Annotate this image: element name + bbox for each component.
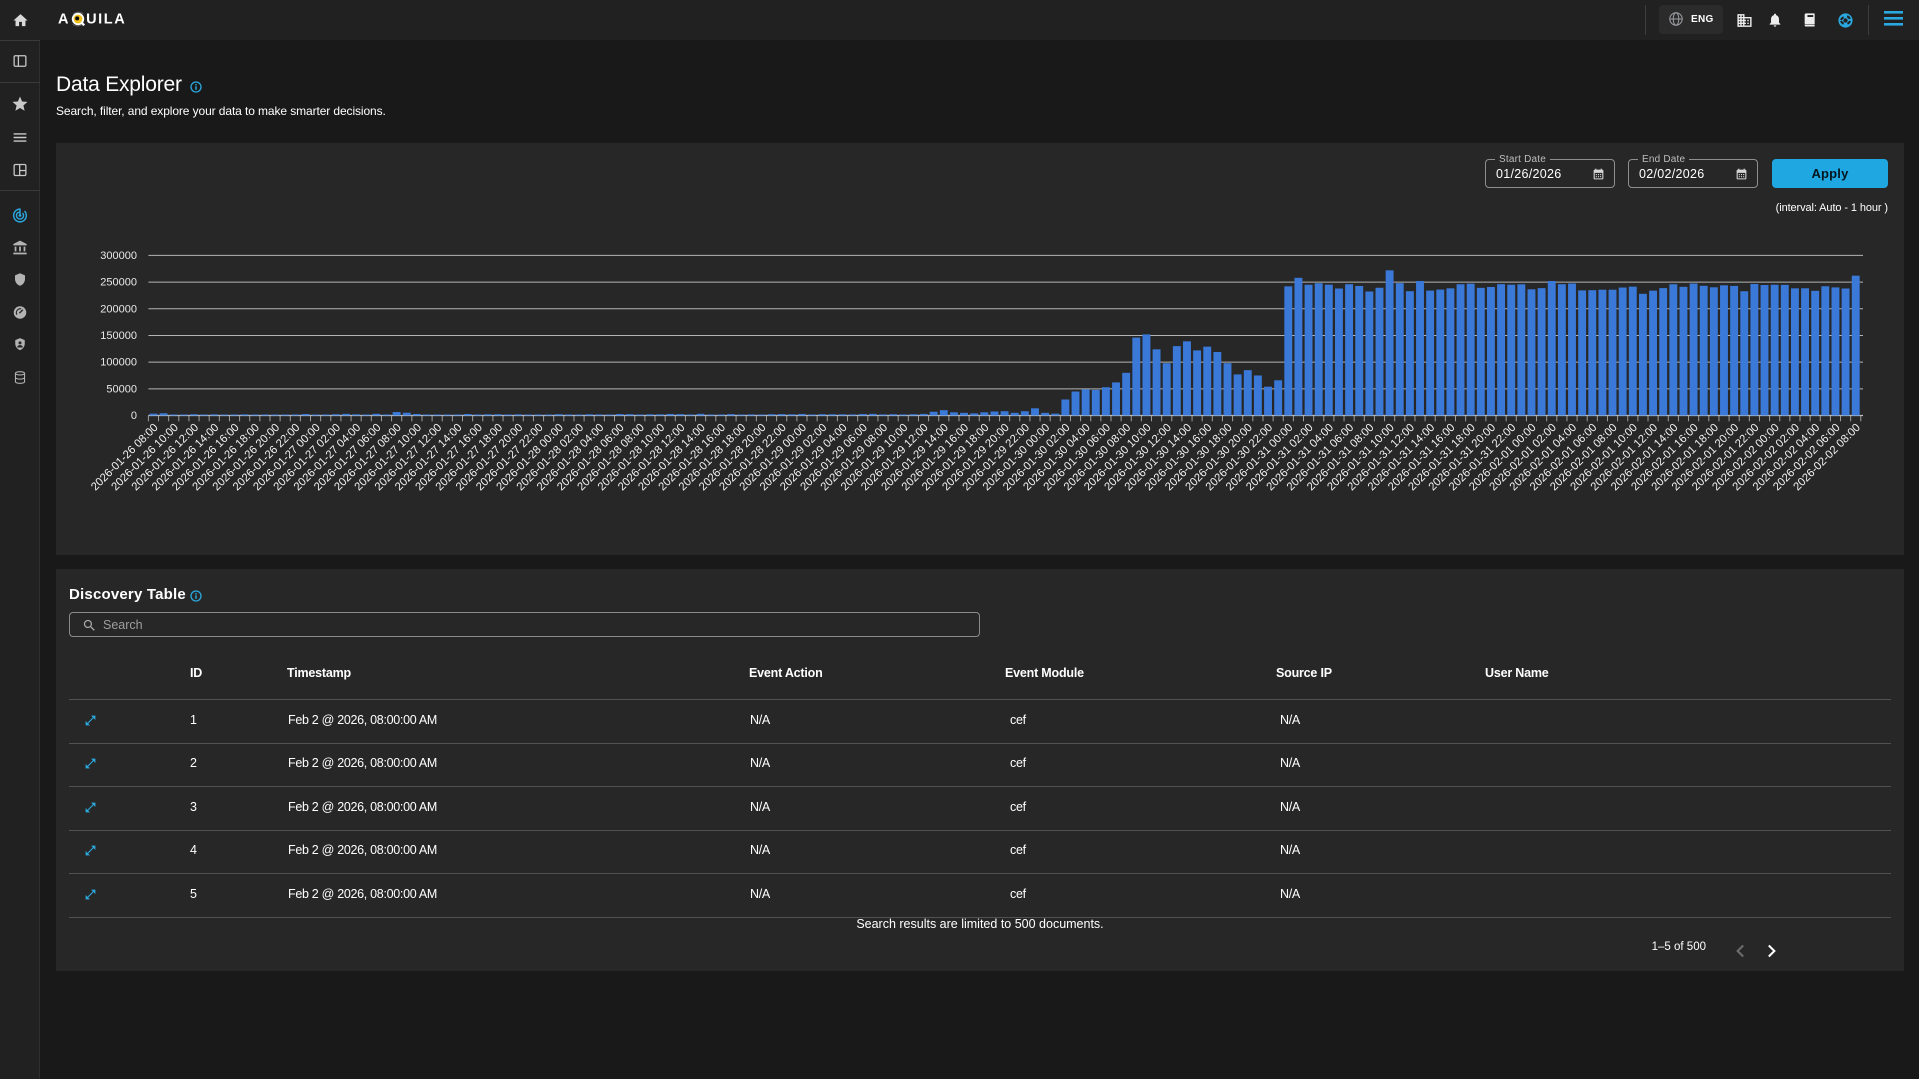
svg-text:200000: 200000 [100,303,137,315]
svg-text:250000: 250000 [100,277,137,289]
svg-text:300000: 300000 [100,250,137,262]
svg-text:150000: 150000 [100,330,137,342]
svg-text:100000: 100000 [100,357,137,369]
svg-text:50000: 50000 [106,383,137,395]
svg-text:0: 0 [131,410,137,422]
